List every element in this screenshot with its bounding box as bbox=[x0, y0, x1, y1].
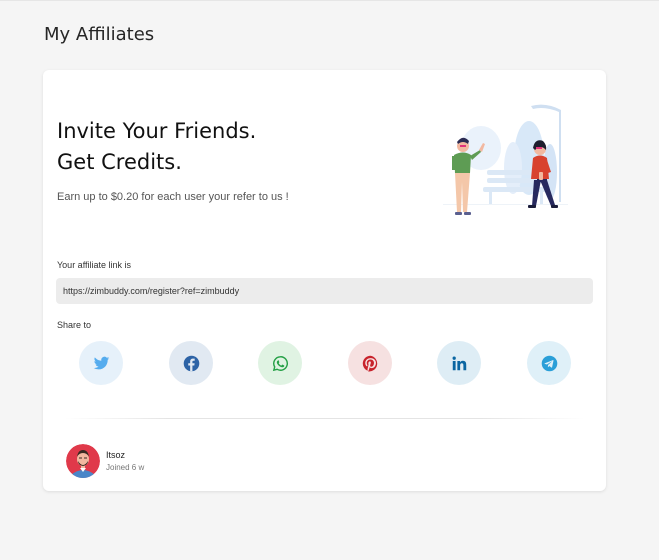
share-label: Share to bbox=[57, 320, 92, 330]
twitter-icon bbox=[93, 356, 109, 369]
invite-headline: Invite Your Friends. Get Credits. bbox=[57, 116, 256, 178]
top-border bbox=[0, 0, 659, 1]
page-title: My Affiliates bbox=[44, 24, 155, 45]
pinterest-icon bbox=[362, 355, 377, 371]
share-twitter-button[interactable] bbox=[79, 341, 123, 385]
affiliate-link-label: Your affiliate link is bbox=[57, 260, 132, 270]
share-whatsapp-button[interactable] bbox=[258, 341, 302, 385]
telegram-icon bbox=[541, 355, 557, 371]
headline-line-2: Get Credits. bbox=[57, 150, 182, 174]
share-pinterest-button[interactable] bbox=[348, 341, 392, 385]
headline-line-1: Invite Your Friends. bbox=[57, 119, 257, 143]
avatar[interactable] bbox=[66, 444, 100, 478]
whatsapp-icon bbox=[272, 355, 288, 371]
facebook-icon bbox=[183, 355, 199, 371]
affiliate-card: Invite Your Friends. Get Credits. Earn u… bbox=[43, 70, 606, 491]
invite-friends-illustration bbox=[443, 104, 568, 215]
share-telegram-button[interactable] bbox=[527, 341, 571, 385]
share-facebook-button[interactable] bbox=[169, 341, 213, 385]
user-name[interactable]: Itsoz bbox=[106, 450, 125, 460]
user-avatar-image bbox=[66, 444, 100, 478]
invite-subtext: Earn up to $0.20 for each user your refe… bbox=[57, 191, 289, 203]
share-linkedin-button[interactable] bbox=[437, 341, 481, 385]
linkedin-icon bbox=[452, 356, 466, 370]
affiliate-link-field[interactable]: https://zimbuddy.com/register?ref=zimbud… bbox=[56, 278, 593, 304]
user-joined-date: Joined 6 w bbox=[106, 463, 145, 472]
divider bbox=[65, 418, 585, 419]
